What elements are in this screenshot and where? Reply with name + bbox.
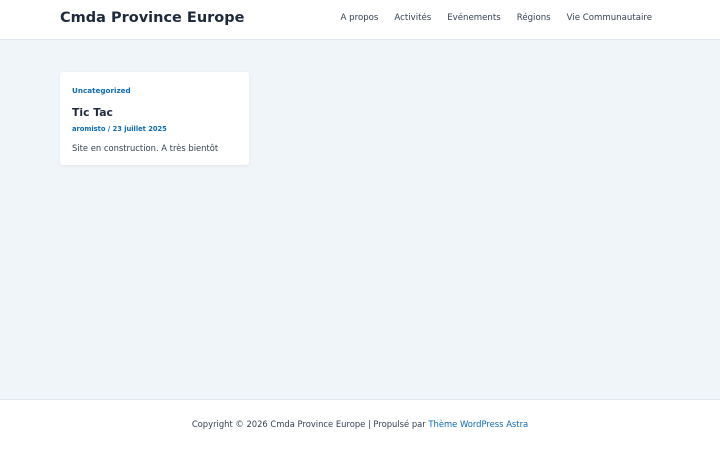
main-navigation: A propos Activités Evénements Régions Vi… [341,13,652,23]
nav-item-evenements[interactable]: Evénements [447,13,501,23]
site-footer: Copyright © 2026 Cmda Province Europe | … [0,399,720,450]
post-excerpt: Site en construction. A très bientôt [72,143,219,153]
nav-item-regions[interactable]: Régions [517,13,551,23]
site-header: Cmda Province Europe A propos Activités … [0,0,720,40]
theme-credit-link[interactable]: Thème WordPress Astra [428,419,528,429]
post-meta: aromisto / 23 juillet 2025 [72,124,237,134]
post-author-link[interactable]: aromisto [72,125,105,133]
post-date: 23 juillet 2025 [112,125,167,133]
post-card: Uncategorized Tic Tac aromisto / 23 juil… [60,72,249,165]
post-meta-separator: / [107,125,111,133]
post-title-link[interactable]: Tic Tac [72,106,237,119]
nav-item-a-propos[interactable]: A propos [341,13,379,23]
copyright-text: Copyright © 2026 Cmda Province Europe | … [191,419,426,429]
footer-copyright: Copyright © 2026 Cmda Province Europe | … [0,419,720,429]
main-content: Uncategorized Tic Tac aromisto / 23 juil… [0,41,720,399]
nav-item-activites[interactable]: Activités [394,13,431,23]
site-title-link[interactable]: Cmda Province Europe [60,10,244,26]
nav-item-vie-communautaire[interactable]: Vie Communautaire [567,13,652,23]
post-category-link[interactable]: Uncategorized [72,86,237,96]
